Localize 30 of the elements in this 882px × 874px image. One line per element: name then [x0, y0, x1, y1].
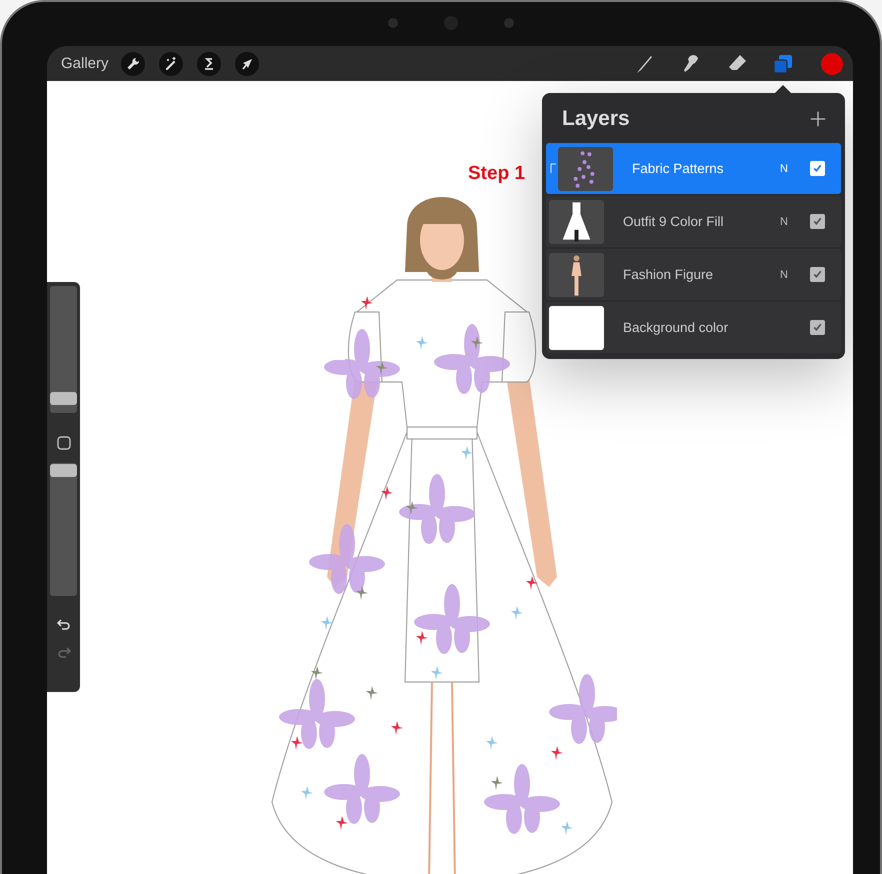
square-icon[interactable] — [56, 435, 72, 451]
plus-icon[interactable] — [809, 110, 827, 128]
slider-thumb[interactable] — [50, 392, 77, 405]
layer-name: Outfit 9 Color Fill — [623, 214, 725, 229]
visibility-checkbox[interactable] — [810, 214, 825, 229]
layer-row[interactable]: Background color — [546, 302, 841, 353]
blend-mode-label[interactable]: N — [780, 216, 788, 228]
layer-row[interactable]: Fabric Patterns N — [546, 143, 841, 194]
popover-pointer-icon — [774, 85, 792, 94]
slider-track[interactable] — [50, 463, 77, 596]
layer-name: Fashion Figure — [623, 267, 714, 282]
color-swatch[interactable] — [821, 52, 843, 74]
blend-mode-label[interactable]: N — [780, 162, 788, 174]
layer-row[interactable]: Outfit 9 Color Fill N — [546, 196, 841, 247]
visibility-checkbox[interactable] — [810, 320, 825, 335]
layer-name: Fabric Patterns — [632, 161, 725, 176]
visibility-checkbox[interactable] — [810, 267, 825, 282]
step-annotation: Step 1 — [468, 163, 526, 185]
camera-icon — [388, 16, 514, 30]
blend-mode-label[interactable]: N — [780, 268, 788, 280]
gallery-button[interactable]: Gallery — [61, 55, 109, 72]
layer-name: Background color — [623, 320, 730, 335]
panel-title: Layers — [562, 107, 630, 131]
wrench-icon[interactable] — [120, 52, 145, 76]
slider-thumb[interactable] — [50, 464, 77, 477]
arrow-cursor-icon[interactable] — [234, 52, 259, 76]
selection-icon[interactable] — [196, 52, 221, 76]
drawing-canvas[interactable]: Step 1 Layers Fabric Patterns N Outfit 9 Color Fill N Fashion Figure N Background color — [47, 81, 853, 874]
layer-row[interactable]: Fashion Figure N — [546, 249, 841, 300]
magic-wand-icon[interactable] — [158, 52, 183, 76]
